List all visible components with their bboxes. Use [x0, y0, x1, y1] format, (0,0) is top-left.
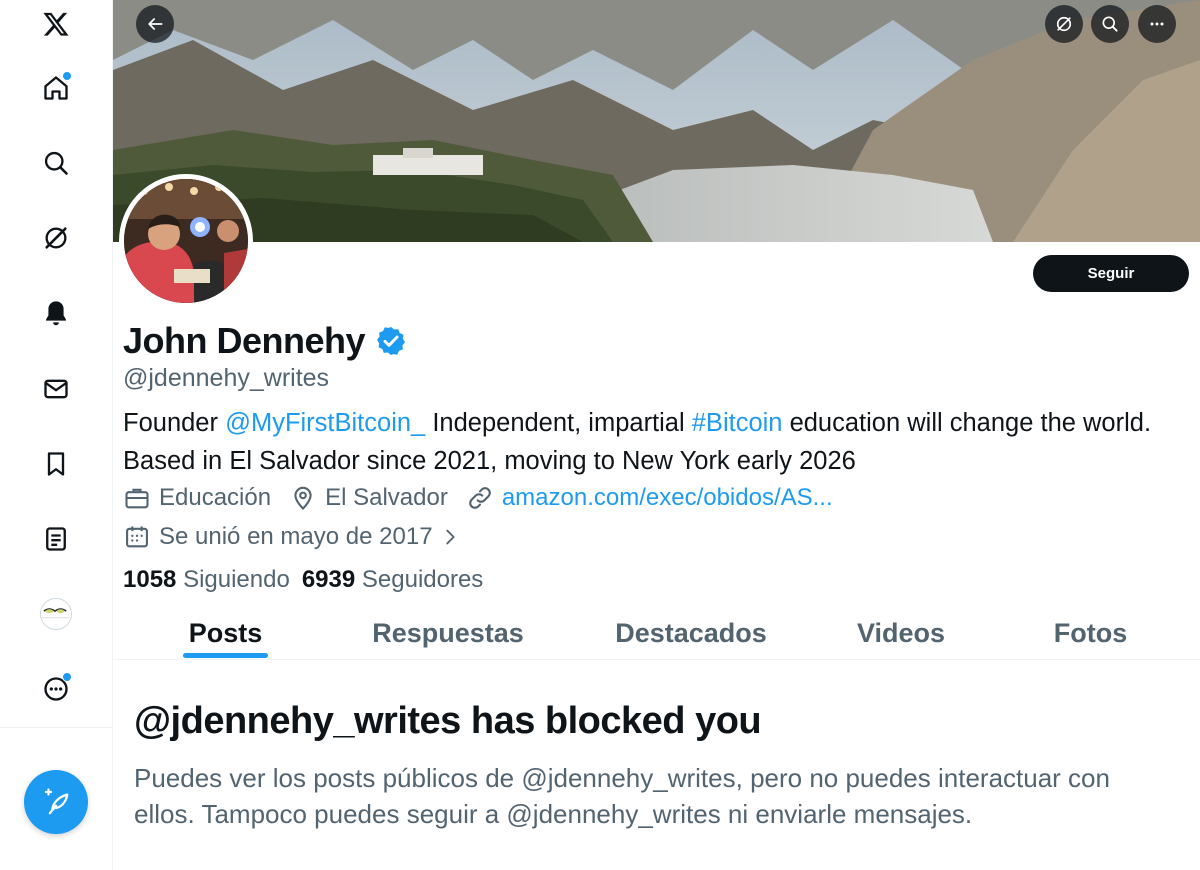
nav-explore[interactable] — [32, 139, 80, 187]
grok-icon — [45, 227, 67, 249]
location-label: El Salvador — [325, 484, 448, 511]
bookmark-icon — [47, 452, 65, 476]
following-label: Siguiendo — [183, 566, 290, 593]
tab-posts[interactable]: Posts — [153, 607, 298, 659]
bio-text: Founder — [123, 409, 226, 437]
banner-image — [113, 0, 1200, 242]
profile-avatar[interactable] — [119, 174, 253, 308]
mail-icon — [44, 379, 68, 399]
nav-home[interactable] — [32, 64, 80, 112]
category-label: Educación — [159, 484, 272, 511]
more-options-button[interactable] — [1138, 5, 1176, 43]
location-pin-icon — [294, 486, 312, 510]
arrow-left-icon — [148, 18, 163, 30]
website-item: amazon.com/exec/obidos/AS... — [466, 484, 833, 512]
name-row: John Dennehy — [123, 320, 407, 362]
chevron-right-icon — [445, 529, 455, 545]
avatar-icon — [40, 598, 72, 630]
following-count: 1058 — [123, 566, 177, 593]
website-link[interactable]: amazon.com/exec/obidos/AS... — [502, 484, 833, 512]
following-stat[interactable]: 1058 Siguiendo — [123, 566, 290, 594]
tab-photos[interactable]: Fotos — [1023, 607, 1158, 659]
profile-bio: Founder @MyFirstBitcoin_ Independent, im… — [123, 404, 1193, 480]
follow-stats: 1058 Siguiendo 6939 Seguidores — [123, 566, 483, 594]
x-logo-icon[interactable] — [32, 0, 80, 48]
joined-date: Se unió en mayo de 2017 — [159, 523, 433, 550]
more-horizontal-icon — [1150, 22, 1164, 26]
follow-button[interactable]: Seguir — [1033, 255, 1189, 292]
compose-post-icon — [44, 788, 69, 815]
notification-dot — [62, 71, 72, 81]
location-item: El Salvador — [289, 484, 448, 512]
followers-count: 6939 — [301, 566, 356, 593]
compose-button[interactable] — [24, 770, 88, 834]
nav-messages[interactable] — [32, 365, 80, 413]
notification-dot — [62, 672, 72, 682]
bio-text: Independent, impartial — [425, 409, 692, 437]
bio-hashtag-link[interactable]: #Bitcoin — [692, 409, 783, 437]
search-icon — [1102, 16, 1118, 32]
nav-lists[interactable] — [32, 515, 80, 563]
grok-icon — [1056, 16, 1072, 32]
link-icon — [469, 487, 491, 509]
blocked-title: @jdennehy_writes has blocked you — [134, 700, 762, 742]
nav-notifications[interactable] — [32, 289, 80, 337]
category-item: Educación — [123, 484, 271, 512]
list-icon — [46, 527, 66, 551]
bio-mention-link[interactable]: @MyFirstBitcoin_ — [225, 409, 425, 437]
followers-label: Seguidores — [361, 566, 484, 593]
grok-button[interactable] — [1045, 5, 1083, 43]
back-button[interactable] — [136, 5, 174, 43]
briefcase-icon — [125, 488, 149, 509]
calendar-icon — [126, 526, 148, 548]
joined-row[interactable]: Se unió en mayo de 2017 — [123, 523, 479, 551]
profile-banner — [113, 0, 1200, 242]
joined-item[interactable]: Se unió en mayo de 2017 — [123, 523, 461, 551]
profile-main: Seguir John Dennehy @jdennehy_writes Fou… — [113, 0, 1200, 870]
user-handle: @jdennehy_writes — [123, 364, 330, 392]
blocked-message: Puedes ver los posts públicos de @jdenne… — [134, 763, 1110, 829]
followers-stat[interactable]: 6939 Seguidores — [302, 566, 483, 594]
bell-icon — [46, 301, 66, 326]
nav-more[interactable] — [32, 665, 80, 713]
verified-badge-icon[interactable] — [375, 325, 407, 357]
avatar-photo — [124, 179, 248, 303]
nav-grok[interactable] — [32, 214, 80, 262]
tab-videos[interactable]: Videos — [831, 607, 971, 659]
nav-bookmarks[interactable] — [32, 440, 80, 488]
search-icon — [44, 151, 68, 175]
search-button[interactable] — [1091, 5, 1129, 43]
display-name: John Dennehy — [123, 320, 366, 361]
tab-replies[interactable]: Respuestas — [348, 607, 548, 659]
tab-highlights[interactable]: Destacados — [591, 607, 791, 659]
profile-tabs: Posts Respuestas Destacados Videos Fotos — [113, 607, 1200, 660]
nav-profile[interactable] — [32, 590, 80, 638]
profile-meta-row: Educación El Salvador amazon.com/exec/ob… — [123, 484, 851, 512]
sidebar — [0, 0, 113, 870]
sidebar-divider — [0, 727, 112, 728]
active-tab-indicator — [183, 653, 268, 658]
